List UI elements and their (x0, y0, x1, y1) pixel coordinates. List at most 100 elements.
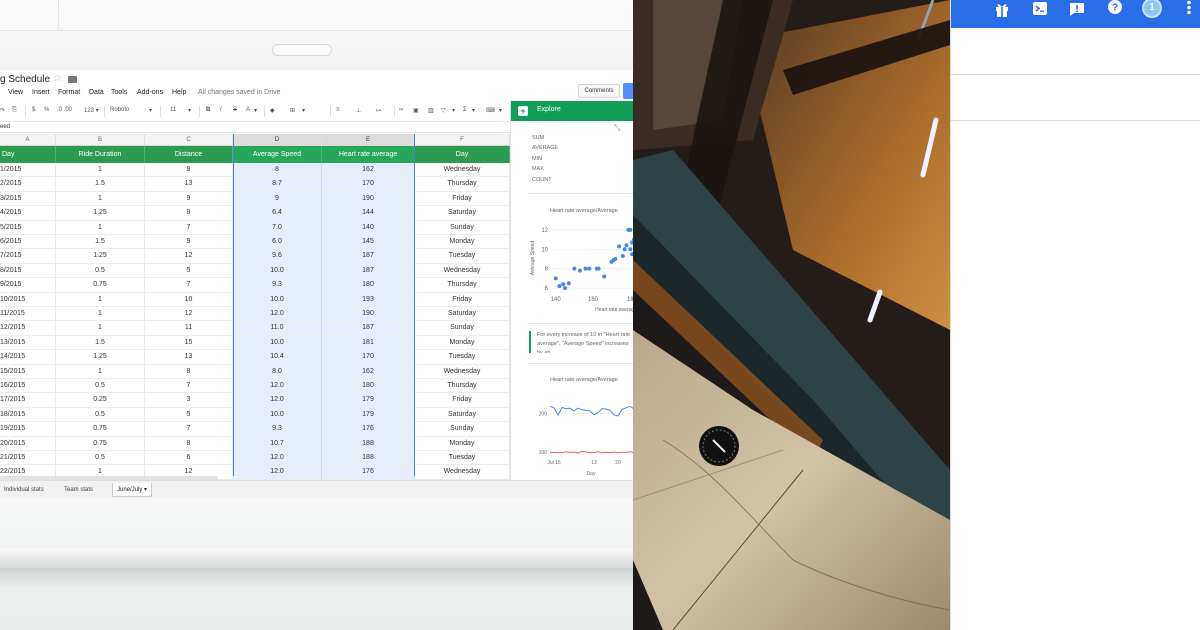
table-cell[interactable]: 170 (322, 177, 415, 192)
header-heart-rate-average[interactable]: Heart rate average (322, 146, 415, 163)
strikethrough-button[interactable]: S (233, 107, 237, 113)
table-cell[interactable]: 188 (322, 436, 415, 451)
table-cell[interactable]: 2/2015 (0, 177, 56, 192)
table-cell[interactable]: 17/2015 (0, 393, 56, 408)
table-cell[interactable]: 9/2015 (0, 278, 56, 293)
table-cell[interactable]: 145 (322, 235, 415, 250)
insert-link-icon[interactable]: ∞ (399, 107, 403, 113)
column-header-f[interactable]: F (415, 134, 510, 146)
decimal-buttons[interactable]: .0 .00 (57, 107, 72, 113)
insert-comment-icon[interactable]: ▣ (413, 107, 419, 114)
table-cell[interactable]: 179 (322, 393, 415, 408)
table-cell[interactable]: 10.7 (233, 436, 322, 451)
table-cell[interactable]: 8.0 (233, 364, 322, 379)
folder-icon[interactable] (68, 76, 77, 83)
table-cell[interactable]: 8 (145, 206, 233, 221)
table-cell[interactable]: 8 (233, 163, 322, 178)
header-weekday[interactable]: Day (415, 146, 510, 163)
table-cell[interactable]: 176 (322, 422, 415, 437)
table-cell[interactable]: 1 (56, 321, 145, 336)
vertical-align-icon[interactable]: ⊥ (356, 107, 361, 114)
table-cell[interactable]: Wednesday (415, 163, 510, 178)
star-icon[interactable]: ☆ (53, 73, 62, 84)
table-cell[interactable]: Wednesday (415, 364, 510, 379)
menu-help[interactable]: Help (172, 89, 186, 96)
menu-addons[interactable]: Add-ons (137, 89, 163, 96)
table-cell[interactable]: 15 (145, 335, 233, 351)
help-icon[interactable]: ? (1105, 0, 1125, 20)
table-cell[interactable]: 187 (322, 263, 415, 279)
table-cell[interactable]: Sunday (415, 321, 510, 336)
table-cell[interactable]: 1 (56, 292, 145, 307)
table-cell[interactable]: 18/2015 (0, 407, 56, 423)
table-cell[interactable]: 0.5 (56, 407, 145, 423)
table-cell[interactable]: 140 (322, 220, 415, 235)
table-cell[interactable]: 12.0 (233, 465, 322, 480)
column-header-a[interactable]: A (0, 134, 56, 146)
filter-icon[interactable]: ▽ (441, 107, 446, 114)
table-cell[interactable]: 7 (145, 422, 233, 437)
table-cell[interactable]: 7 (145, 220, 233, 235)
table-cell[interactable]: 1.5 (56, 177, 145, 192)
table-cell[interactable]: 188 (322, 451, 415, 466)
table-cell[interactable]: Friday (415, 191, 510, 207)
table-cell[interactable]: 1.25 (56, 249, 145, 264)
header-average-speed[interactable]: Average Speed (233, 146, 322, 163)
dropdown-arrow-icon[interactable]: ▾ (472, 107, 475, 114)
table-cell[interactable]: 10.4 (233, 350, 322, 365)
table-cell[interactable]: 6.4 (233, 206, 322, 221)
table-cell[interactable]: 10.0 (233, 335, 322, 351)
table-cell[interactable]: 7 (145, 278, 233, 293)
header-day[interactable]: Day (0, 146, 56, 163)
table-cell[interactable]: 170 (322, 350, 415, 365)
table-cell[interactable]: 179 (322, 407, 415, 423)
dropdown-arrow-icon[interactable]: ▾ (254, 107, 257, 114)
fill-color-icon[interactable]: ◆ (270, 107, 275, 114)
sheet-tab-team-stats[interactable]: Team stats (60, 483, 97, 497)
table-cell[interactable]: 1 (56, 364, 145, 379)
table-cell[interactable]: 12.0 (233, 451, 322, 466)
table-cell[interactable]: Sunday (415, 422, 510, 437)
text-wrap-icon[interactable]: ↦ (376, 107, 381, 114)
table-cell[interactable]: 20/2015 (0, 436, 56, 451)
table-cell[interactable]: 8 (145, 364, 233, 379)
table-cell[interactable]: 162 (322, 364, 415, 379)
column-header-e[interactable]: E (322, 134, 415, 146)
notification-badge-icon[interactable]: 1 (1142, 0, 1162, 18)
table-cell[interactable]: 12.0 (233, 307, 322, 322)
table-cell[interactable]: 10.0 (233, 407, 322, 423)
sheet-tab-individual-stats[interactable]: Individual stats (0, 483, 48, 497)
table-cell[interactable]: 193 (322, 292, 415, 307)
dropdown-arrow-icon[interactable]: ▾ (452, 107, 455, 114)
table-cell[interactable]: 176 (322, 465, 415, 480)
table-cell[interactable]: 0.75 (56, 278, 145, 293)
table-cell[interactable]: 6.0 (233, 235, 322, 250)
dropdown-arrow-icon[interactable]: ▾ (149, 107, 152, 114)
table-cell[interactable]: 9.6 (233, 249, 322, 264)
horizontal-align-icon[interactable]: ≡ (336, 107, 340, 113)
table-cell[interactable]: 162 (322, 163, 415, 178)
font-dropdown[interactable]: Roboto (110, 107, 129, 113)
header-distance[interactable]: Distance (145, 146, 233, 163)
share-button[interactable] (623, 83, 633, 99)
table-cell[interactable]: 13 (145, 177, 233, 192)
header-ride-duration[interactable]: Ride Duration (56, 146, 145, 163)
menu-tools[interactable]: Tools (111, 89, 127, 96)
table-cell[interactable]: 21/2015 (0, 451, 56, 466)
table-cell[interactable]: 1.25 (56, 206, 145, 221)
bold-button[interactable]: B (206, 107, 210, 113)
table-cell[interactable]: 1.25 (56, 350, 145, 365)
table-cell[interactable]: 16/2015 (0, 379, 56, 394)
italic-button[interactable]: I (220, 107, 222, 113)
font-size-dropdown[interactable]: 11 (170, 107, 176, 113)
table-cell[interactable]: 180 (322, 379, 415, 394)
table-cell[interactable]: 9.3 (233, 422, 322, 437)
gift-icon[interactable] (992, 0, 1012, 20)
table-cell[interactable]: 180 (322, 278, 415, 293)
table-cell[interactable]: Thursday (415, 379, 510, 394)
menu-view[interactable]: View (8, 89, 23, 96)
table-cell[interactable]: 13 (145, 350, 233, 365)
dropdown-arrow-icon[interactable]: ▾ (188, 107, 191, 114)
table-cell[interactable]: Wednesday (415, 263, 510, 279)
table-cell[interactable]: 3/2015 (0, 191, 56, 207)
